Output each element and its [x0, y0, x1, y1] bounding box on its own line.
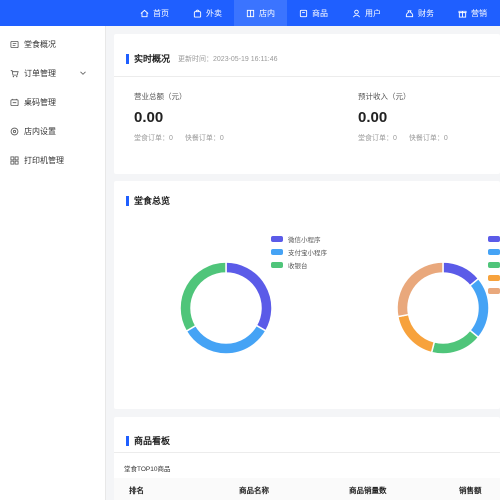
- sidebar-item-label: 堂食概况: [24, 40, 56, 49]
- fastfood-orders: 快餐订单：0: [408, 135, 448, 142]
- stat-value: 0.00: [358, 109, 388, 126]
- fastfood-orders: 快餐订单：0: [184, 135, 224, 142]
- update-time: 更新时间：2023-05-19 16:11:46: [178, 55, 278, 63]
- home-icon: [140, 9, 149, 18]
- table-header: 排名 商品名称 商品销量数 销售额: [114, 478, 500, 500]
- sidebar-item-dinein-overview[interactable]: 堂食概况: [0, 30, 105, 59]
- cart-icon: [10, 69, 19, 78]
- chevron-down-icon[interactable]: [79, 69, 87, 77]
- money-bag-icon: [405, 9, 414, 18]
- nav-in-store[interactable]: 店内: [234, 0, 287, 26]
- stat-total-revenue: 营业总额（元） 0.00 堂食订单：0 快餐订单：0: [134, 91, 234, 143]
- sidebar-item-label: 打印机管理: [24, 156, 64, 165]
- dinein-overview-title: 堂食总览: [126, 194, 170, 207]
- title-accent-bar: [126, 53, 129, 64]
- donut-slice-segment-5[interactable]: [396, 261, 444, 318]
- title-accent-bar: [126, 435, 129, 446]
- column-header-rank: 排名: [129, 486, 144, 495]
- nav-takeout[interactable]: 外卖: [181, 0, 234, 26]
- stat-value: 0.00: [134, 109, 164, 126]
- legend-swatch: [271, 235, 283, 242]
- bag-icon: [193, 9, 202, 18]
- legend-swatch: [271, 248, 283, 255]
- overview-icon: [10, 40, 19, 49]
- nav-takeout-label: 外卖: [206, 8, 222, 18]
- donut-slice-segment-3[interactable]: [430, 329, 480, 355]
- sidebar-item-label: 桌码管理: [24, 98, 56, 107]
- column-header-sales-count: 商品销量数: [349, 486, 387, 495]
- legend-item[interactable]: 收银台: [271, 258, 327, 271]
- sidebar-item-printer-management[interactable]: 打印机管理: [0, 146, 105, 175]
- legend-item[interactable]: [488, 232, 500, 245]
- settings-icon: [10, 127, 19, 136]
- table-code-icon: [10, 98, 19, 107]
- realtime-title-text: 实时概况: [134, 54, 171, 64]
- stat-expected-income: 预计收入（元） 0.00 堂食订单：0 快餐订单：0: [358, 91, 458, 143]
- top-nav: 首页 外卖 店内 商品 用户 财务 营销: [128, 0, 499, 26]
- legend-item[interactable]: [488, 245, 500, 258]
- dinein-overview-card: 堂食总览 微信小程序 支付宝小程序 收银台: [114, 181, 500, 409]
- dinein-orders: 堂食订单：0: [134, 135, 173, 142]
- stat-sub: 堂食订单：0 快餐订单：0: [358, 133, 458, 143]
- sidebar-item-table-code-management[interactable]: 桌码管理: [0, 88, 105, 117]
- legend-swatch: [488, 235, 500, 242]
- legend-label: 收银台: [288, 262, 308, 270]
- box-icon: [299, 9, 308, 18]
- printer-icon: [10, 156, 19, 165]
- stat-label: 预计收入（元）: [358, 92, 411, 101]
- product-board-title-text: 商品看板: [134, 436, 171, 446]
- user-icon: [352, 9, 361, 18]
- dinein-overview-title-text: 堂食总览: [134, 196, 171, 206]
- donut-slice-支付宝小程序[interactable]: [185, 324, 267, 355]
- donut-slice-收银台[interactable]: [179, 261, 227, 333]
- donut-chart-dinein-channels: [179, 261, 273, 355]
- title-accent-bar: [126, 195, 129, 206]
- column-header-sales-amount: 销售额: [459, 486, 482, 495]
- stat-label: 营业总额（元）: [134, 92, 187, 101]
- divider: [114, 76, 500, 77]
- sidebar-item-label: 店内设置: [24, 127, 56, 136]
- legend-item[interactable]: 支付宝小程序: [271, 245, 327, 258]
- nav-products-label: 商品: [312, 8, 328, 18]
- product-board-title: 商品看板: [126, 434, 170, 447]
- nav-users[interactable]: 用户: [340, 0, 393, 26]
- store-icon: [246, 9, 255, 18]
- dinein-orders: 堂食订单：0: [358, 135, 397, 142]
- realtime-overview-card: 实时概况 更新时间：2023-05-19 16:11:46 营业总额（元） 0.…: [114, 34, 500, 174]
- donut-slice-微信小程序[interactable]: [225, 261, 273, 332]
- divider: [114, 452, 500, 453]
- realtime-title: 实时概况 更新时间：2023-05-19 16:11:46: [126, 52, 278, 65]
- legend-swatch: [488, 248, 500, 255]
- column-header-product-name: 商品名称: [239, 486, 269, 495]
- sidebar-item-label: 订单管理: [24, 69, 56, 78]
- donut-slice-segment-4[interactable]: [396, 313, 436, 354]
- nav-finance-label: 财务: [418, 8, 434, 18]
- sidebar-item-store-settings[interactable]: 店内设置: [0, 117, 105, 146]
- nav-home[interactable]: 首页: [128, 0, 181, 26]
- legend-item[interactable]: 微信小程序: [271, 232, 327, 245]
- nav-in-store-label: 店内: [259, 8, 275, 18]
- chart-legend: 微信小程序 支付宝小程序 收银台: [271, 232, 327, 271]
- product-board-card: 商品看板 堂食TOP10商品 排名 商品名称 商品销量数 销售额: [114, 417, 500, 500]
- nav-users-label: 用户: [365, 8, 381, 18]
- nav-marketing-label: 营销: [471, 8, 487, 18]
- donut-slice-segment-2[interactable]: [468, 277, 490, 339]
- nav-products[interactable]: 商品: [287, 0, 340, 26]
- legend-label: 支付宝小程序: [288, 249, 327, 257]
- sidebar-item-order-management[interactable]: 订单管理: [0, 59, 105, 88]
- sidebar: 堂食概况 订单管理 桌码管理 店内设置 打印机管理: [0, 26, 106, 500]
- top-navigation-bar: 首页 外卖 店内 商品 用户 财务 营销: [0, 0, 500, 26]
- nav-marketing[interactable]: 营销: [446, 0, 499, 26]
- donut-chart-secondary: [396, 261, 490, 355]
- nav-finance[interactable]: 财务: [393, 0, 446, 26]
- nav-home-label: 首页: [153, 8, 169, 18]
- stat-sub: 堂食订单：0 快餐订单：0: [134, 133, 234, 143]
- gift-icon: [458, 9, 467, 18]
- top10-caption: 堂食TOP10商品: [124, 466, 171, 473]
- legend-label: 微信小程序: [288, 236, 321, 244]
